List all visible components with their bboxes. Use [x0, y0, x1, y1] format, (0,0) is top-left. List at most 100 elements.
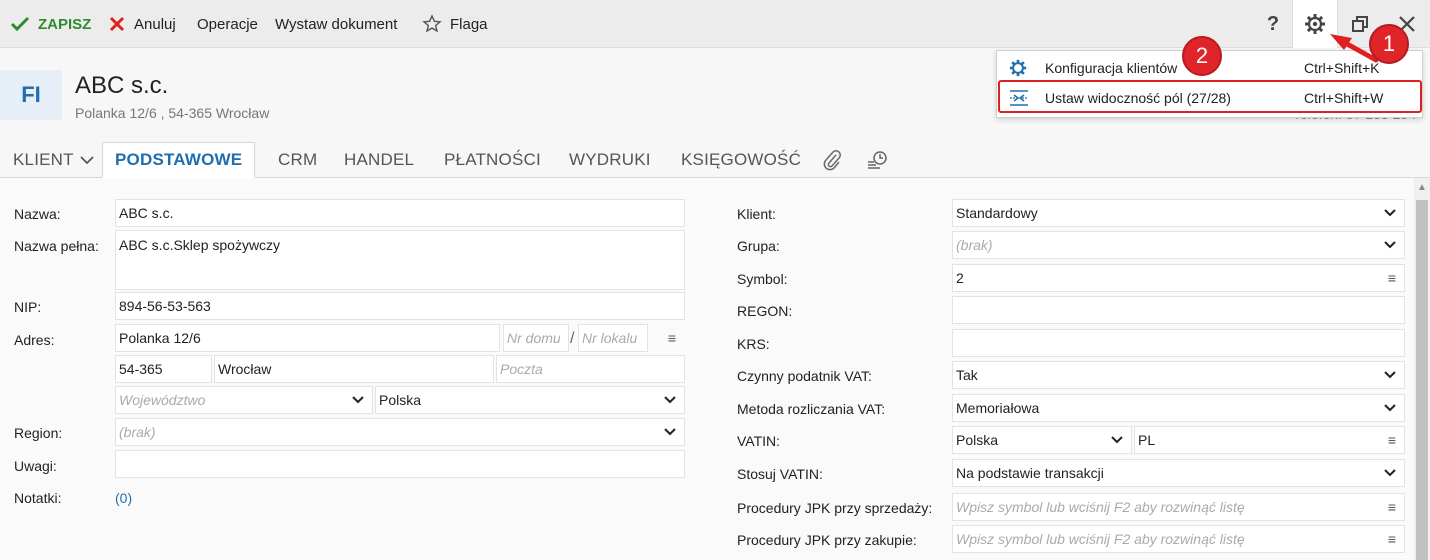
vat-payer-value: Tak	[956, 367, 978, 383]
save-button[interactable]: ZAPISZ	[10, 0, 91, 48]
group-select[interactable]: (brak)	[952, 231, 1405, 259]
country-select[interactable]: Polska	[375, 386, 685, 414]
house-number-field[interactable]: Nr domu	[503, 324, 569, 352]
full-name-field[interactable]: ABC s.c.Sklep spożywczy	[115, 230, 685, 290]
vat-method-select[interactable]: Memoriałowa	[952, 394, 1405, 422]
vat-method-label: Metoda rozliczania VAT:	[737, 401, 886, 417]
list-icon[interactable]: ≡	[1388, 427, 1396, 453]
chevron-down-icon	[664, 419, 676, 445]
company-address: Polanka 12/6 , 54-365 Wrocław	[75, 105, 270, 121]
vatin-code-value: PL	[1138, 432, 1156, 448]
issue-document-label: Wystaw dokument	[275, 15, 398, 33]
jpk-purchase-field[interactable]: Wpisz symbol lub wciśnij F2 aby rozwinąć…	[952, 525, 1405, 553]
vatin-code-field[interactable]: PL ≡	[1134, 426, 1405, 454]
gear-icon	[1009, 59, 1027, 77]
tab-trade[interactable]: HANDEL	[344, 142, 414, 178]
region-value: (brak)	[119, 424, 156, 440]
client-type-label: Klient:	[737, 206, 776, 222]
full-name-label: Nazwa pełna:	[14, 238, 99, 254]
history-icon	[868, 151, 887, 169]
region-select[interactable]: (brak)	[115, 418, 685, 446]
save-label: ZAPISZ	[38, 15, 92, 33]
vatin-label: VATIN:	[737, 433, 781, 449]
tab-history[interactable]	[866, 142, 890, 178]
help-icon: ?	[1266, 12, 1280, 35]
issue-document-button[interactable]: Wystaw dokument	[275, 0, 397, 48]
tab-attachments[interactable]	[822, 142, 842, 178]
vertical-scrollbar[interactable]: ▲	[1414, 178, 1430, 560]
apply-vatin-select[interactable]: Na podstawie transakcji	[952, 459, 1405, 487]
group-label: Grupa:	[737, 238, 780, 254]
annotation-badge-2: 2	[1182, 36, 1222, 76]
regon-field[interactable]	[952, 296, 1405, 324]
name-label: Nazwa:	[14, 206, 61, 222]
gear-icon	[1305, 14, 1325, 34]
notes-field[interactable]	[115, 450, 685, 478]
jpk-sale-label: Procedury JPK przy sprzedaży:	[737, 500, 933, 516]
operations-label: Operacje	[197, 15, 258, 33]
menu-item-label: Konfiguracja klientów	[1045, 60, 1178, 76]
post-office-field[interactable]: Poczta	[496, 355, 685, 383]
symbol-value: 2	[956, 270, 964, 286]
tab-printouts[interactable]: WYDRUKI	[569, 142, 651, 178]
list-icon[interactable]: ≡	[1388, 265, 1396, 291]
tab-payments[interactable]: PŁATNOŚCI	[444, 142, 541, 178]
tab-accounting[interactable]: KSIĘGOWOŚĆ	[681, 142, 801, 178]
postal-code-field[interactable]: 54-365	[115, 355, 212, 383]
chevron-down-icon	[80, 156, 94, 165]
street-field[interactable]: Polanka 12/6	[115, 324, 500, 352]
vat-payer-select[interactable]: Tak	[952, 361, 1405, 389]
annotation-badge-1: 1	[1369, 24, 1409, 64]
chevron-down-icon	[664, 387, 676, 413]
chevron-down-icon	[1384, 395, 1396, 421]
flat-number-field[interactable]: Nr lokalu	[578, 324, 648, 352]
memos-link[interactable]: (0)	[115, 490, 132, 506]
address-label: Adres:	[14, 332, 55, 348]
krs-label: KRS:	[737, 336, 770, 352]
symbol-label: Symbol:	[737, 271, 788, 287]
list-icon[interactable]: ≡	[1388, 526, 1396, 552]
chevron-down-icon	[1384, 460, 1396, 486]
tab-basic[interactable]: PODSTAWOWE	[102, 142, 256, 178]
tab-crm[interactable]: CRM	[278, 142, 317, 178]
nip-label: NIP:	[14, 299, 42, 315]
nip-field[interactable]: 894-56-53-563	[115, 292, 685, 320]
krs-field[interactable]	[952, 329, 1405, 357]
regon-label: REGON:	[737, 303, 793, 319]
vatin-country-value: Polska	[956, 432, 999, 448]
vat-method-value: Memoriałowa	[956, 400, 1040, 416]
jpk-sale-field[interactable]: Wpisz symbol lub wciśnij F2 aby rozwinąć…	[952, 493, 1405, 521]
scrollbar-thumb[interactable]	[1416, 200, 1428, 560]
chevron-down-icon	[1384, 232, 1396, 258]
paperclip-icon	[823, 150, 841, 171]
memos-label: Notatki:	[14, 490, 62, 506]
restore-icon	[1352, 16, 1368, 32]
help-button[interactable]: ?	[1250, 0, 1296, 48]
name-field[interactable]: ABC s.c.	[115, 199, 685, 227]
client-type-select[interactable]: Standardowy	[952, 199, 1405, 227]
menu-item-shortcut: Ctrl+Shift+K	[1304, 60, 1380, 76]
close-x-icon	[109, 16, 125, 32]
city-field[interactable]: Wrocław	[214, 355, 494, 383]
apply-vatin-value: Na podstawie transakcji	[956, 465, 1104, 481]
notes-label: Uwagi:	[14, 458, 57, 474]
form-basic: Nazwa: ABC s.c. Nazwa pełna: ABC s.c.Skl…	[0, 178, 1414, 560]
address-list-button[interactable]: ≡	[652, 324, 685, 352]
settings-button[interactable]	[1292, 0, 1338, 48]
tab-client-label: KLIENT	[13, 150, 74, 169]
voivodeship-select[interactable]: Województwo	[115, 386, 373, 414]
flag-button[interactable]: Flaga	[422, 0, 488, 48]
scroll-up-icon[interactable]: ▲	[1417, 182, 1427, 193]
tab-bar: KLIENT PODSTAWOWE CRM HANDEL PŁATNOŚCI W…	[0, 142, 1430, 178]
vatin-country-select[interactable]: Polska	[952, 426, 1132, 454]
list-icon[interactable]: ≡	[1388, 494, 1396, 520]
chevron-down-icon	[1111, 427, 1123, 453]
tab-client[interactable]: KLIENT	[13, 142, 94, 178]
cancel-button[interactable]: Anuluj	[108, 0, 176, 48]
operations-button[interactable]: Operacje	[197, 0, 258, 48]
tab-basic-label: PODSTAWOWE	[115, 150, 243, 169]
group-value: (brak)	[956, 237, 993, 253]
avatar: FI	[0, 70, 62, 120]
symbol-field[interactable]: 2 ≡	[952, 264, 1405, 292]
region-label: Region:	[14, 425, 63, 441]
